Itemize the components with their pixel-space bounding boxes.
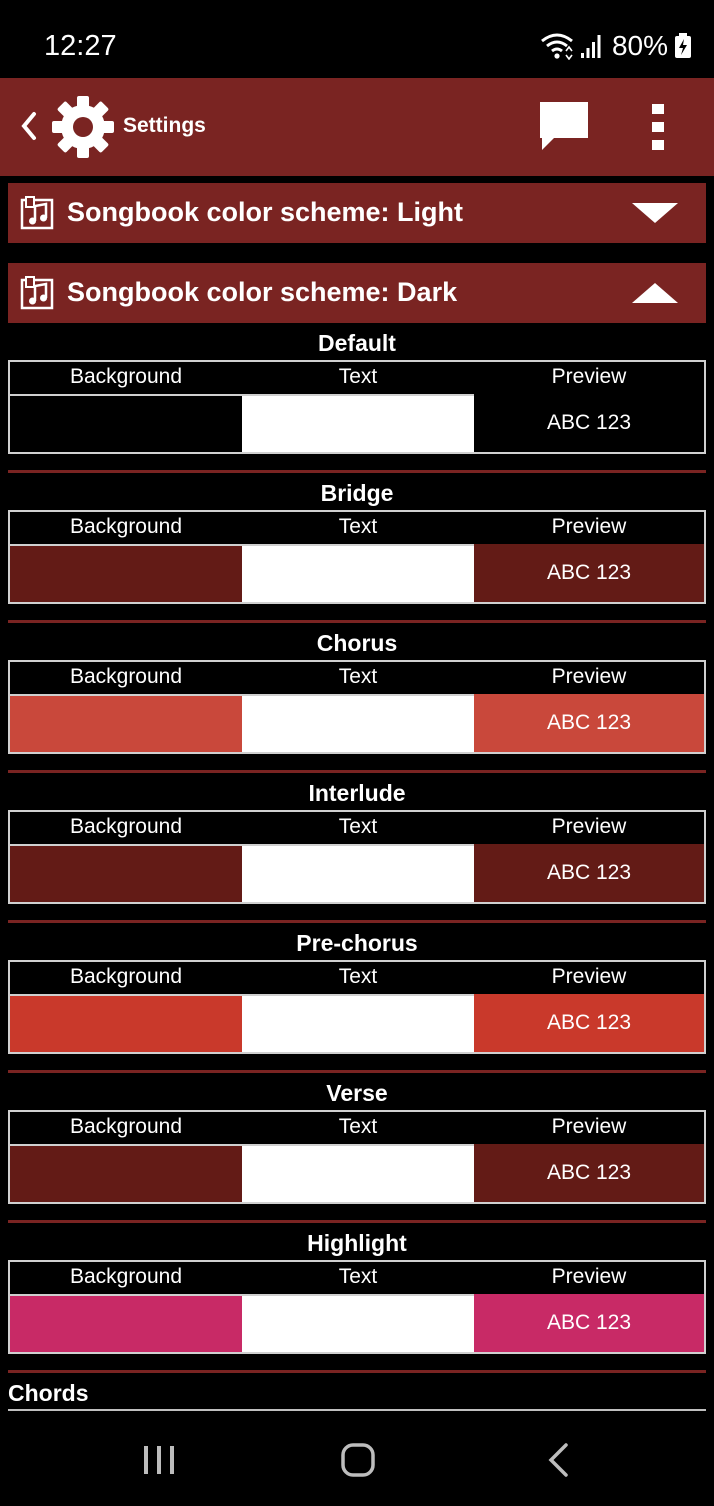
color-table: Background Text Preview ABC 123 [8, 1110, 706, 1204]
color-section-bridge: Bridge Background Text Preview ABC 123 [8, 476, 706, 626]
background-color-swatch[interactable] [10, 994, 242, 1052]
column-background-label: Background [69, 965, 183, 988]
triangle-down-icon [632, 203, 678, 223]
column-text-label: Text [338, 665, 378, 688]
section-title: Bridge [320, 480, 394, 506]
home-icon[interactable] [340, 1442, 376, 1478]
color-table: Background Text Preview ABC 123 [8, 960, 706, 1054]
scheme-light-header[interactable]: Songbook color scheme: Light [8, 183, 706, 243]
preview-sample: ABC 123 [474, 544, 704, 602]
column-text-label: Text [338, 1115, 378, 1138]
color-section-pre-chorus: Pre-chorus Background Text Preview ABC 1… [8, 926, 706, 1076]
scheme-title: Songbook color scheme: Dark [67, 277, 458, 307]
page-title: Settings [123, 114, 206, 137]
column-preview-label: Preview [551, 1265, 627, 1288]
background-color-swatch[interactable] [10, 544, 242, 602]
status-bar: 12:27 80% [0, 0, 714, 78]
background-color-swatch[interactable] [10, 844, 242, 902]
system-nav-bar [0, 1412, 714, 1506]
status-time: 12:27 [44, 30, 117, 62]
color-table: Background Text Preview ABC 123 [8, 360, 706, 454]
background-color-swatch[interactable] [10, 1144, 242, 1202]
status-icons: 80% [540, 28, 692, 64]
preview-sample: ABC 123 [474, 394, 704, 452]
color-table: Background Text Preview ABC 123 [8, 1260, 706, 1354]
column-preview-label: Preview [551, 515, 627, 538]
column-background-label: Background [69, 365, 183, 388]
section-title: Pre-chorus [296, 930, 418, 956]
column-preview-label: Preview [551, 365, 627, 388]
back-chevron-icon[interactable] [16, 106, 42, 146]
color-section-verse: Verse Background Text Preview ABC 123 [8, 1076, 706, 1226]
column-text-label: Text [338, 1265, 378, 1288]
songbook-icon [20, 196, 54, 230]
column-background-label: Background [69, 665, 183, 688]
text-color-swatch[interactable] [242, 1294, 474, 1352]
color-section-highlight: Highlight Background Text Preview ABC 12… [8, 1226, 706, 1376]
text-color-swatch[interactable] [242, 394, 474, 452]
chords-section-title: Chords [8, 1380, 89, 1406]
column-preview-label: Preview [551, 815, 627, 838]
color-table: Background Text Preview ABC 123 [8, 660, 706, 754]
text-color-swatch[interactable] [242, 994, 474, 1052]
column-background-label: Background [69, 1265, 183, 1288]
preview-sample: ABC 123 [474, 694, 704, 752]
preview-sample: ABC 123 [474, 844, 704, 902]
column-text-label: Text [338, 515, 378, 538]
column-preview-label: Preview [551, 665, 627, 688]
preview-sample: ABC 123 [474, 1144, 704, 1202]
column-background-label: Background [69, 815, 183, 838]
section-divider [8, 470, 706, 473]
background-color-swatch[interactable] [10, 394, 242, 452]
section-title: Highlight [307, 1230, 407, 1256]
preview-sample: ABC 123 [474, 1294, 704, 1352]
chords-divider [8, 1409, 706, 1411]
text-color-swatch[interactable] [242, 694, 474, 752]
column-preview-label: Preview [551, 965, 627, 988]
section-title: Verse [326, 1080, 388, 1106]
column-background-label: Background [69, 1115, 183, 1138]
text-color-swatch[interactable] [242, 1144, 474, 1202]
section-divider [8, 620, 706, 623]
column-background-label: Background [69, 515, 183, 538]
column-preview-label: Preview [551, 1115, 627, 1138]
section-divider [8, 1220, 706, 1223]
signal-icon [580, 35, 601, 58]
section-divider [8, 920, 706, 923]
color-section-chorus: Chorus Background Text Preview ABC 123 [8, 626, 706, 776]
section-title: Chorus [316, 630, 398, 656]
scheme-title: Songbook color scheme: Light [67, 197, 464, 227]
back-icon[interactable] [546, 1442, 570, 1478]
scheme-dark-header[interactable]: Songbook color scheme: Dark [8, 263, 706, 323]
section-divider [8, 770, 706, 773]
section-title: Default [318, 330, 396, 356]
section-title: Interlude [308, 780, 406, 806]
recents-icon[interactable] [142, 1444, 176, 1476]
background-color-swatch[interactable] [10, 1294, 242, 1352]
triangle-up-icon [632, 283, 678, 303]
color-section-interlude: Interlude Background Text Preview ABC 12… [8, 776, 706, 926]
wifi-icon [541, 33, 573, 60]
battery-percent: 80% [611, 30, 668, 61]
column-text-label: Text [338, 815, 378, 838]
section-divider [8, 1370, 706, 1373]
column-text-label: Text [338, 365, 378, 388]
text-color-swatch[interactable] [242, 544, 474, 602]
preview-sample: ABC 123 [474, 994, 704, 1052]
app-bar: Settings [0, 78, 714, 176]
songbook-icon [20, 276, 54, 310]
color-table: Background Text Preview ABC 123 [8, 510, 706, 604]
gear-icon [52, 96, 114, 158]
more-vert-icon[interactable] [640, 100, 676, 154]
chat-bubble-icon[interactable] [536, 98, 592, 154]
column-text-label: Text [338, 965, 378, 988]
background-color-swatch[interactable] [10, 694, 242, 752]
text-color-swatch[interactable] [242, 844, 474, 902]
section-divider [8, 1070, 706, 1073]
color-table: Background Text Preview ABC 123 [8, 810, 706, 904]
color-section-default: Default Background Text Preview ABC 123 [8, 326, 706, 476]
battery-charging-icon [675, 33, 691, 58]
